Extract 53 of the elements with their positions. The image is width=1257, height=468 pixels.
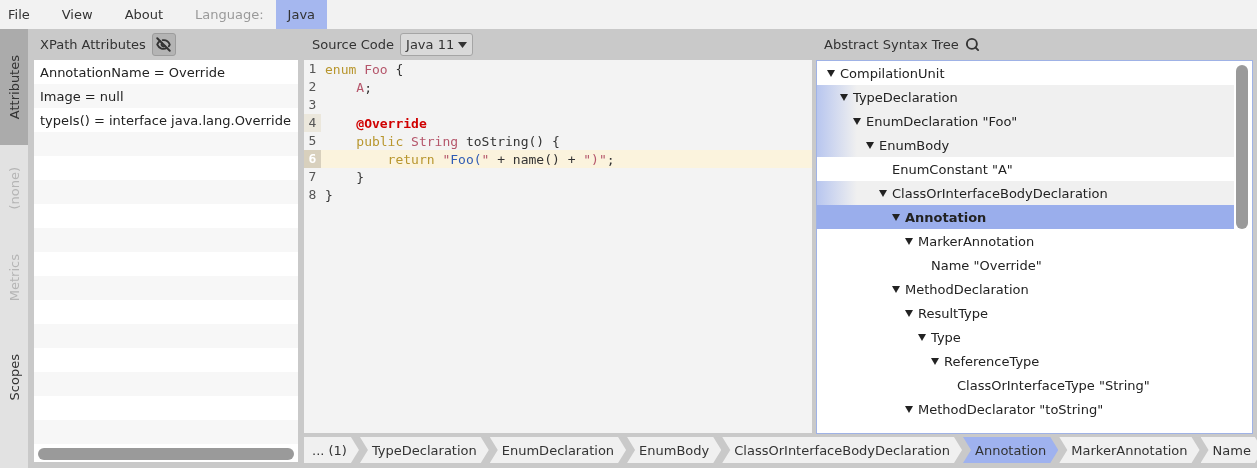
breadcrumb[interactable]: ... (1) [304, 437, 359, 463]
caret-icon [458, 41, 468, 48]
tree-node[interactable]: EnumDeclaration "Foo" [817, 109, 1234, 133]
code-line: @Override [355, 115, 427, 131]
scrollbar[interactable] [1236, 65, 1248, 229]
expand-arrow-icon[interactable] [892, 285, 900, 293]
code-line: enum Foo { [324, 61, 404, 77]
language-version-select[interactable]: Java 11 [400, 33, 474, 56]
side-tab[interactable]: Attributes [0, 29, 28, 146]
breadcrumb[interactable]: ClassOrInterfaceBodyDeclaration [722, 437, 962, 463]
panel-title: Source Code [312, 37, 395, 52]
expand-arrow-icon[interactable] [905, 405, 913, 413]
breadcrumb[interactable]: EnumBody [627, 437, 722, 463]
expand-arrow-icon[interactable] [905, 309, 913, 317]
breadcrumb[interactable]: Annotation [963, 437, 1059, 463]
expand-arrow-icon[interactable] [905, 237, 913, 245]
code-editor[interactable]: 1 enum Foo { 2 A; 3 4 @Override 5 public String toString() { 6 return "Foo(" + name() + ")"; 7 } 8 } [304, 60, 812, 433]
code-line: A; [355, 79, 372, 95]
line-number: 6 [304, 150, 321, 168]
expand-arrow-icon[interactable] [931, 357, 939, 365]
expand-arrow-icon[interactable] [840, 93, 848, 101]
panel-title: Abstract Syntax Tree [824, 37, 959, 52]
menu-item[interactable]: About [116, 0, 174, 29]
tree-node[interactable]: TypeDeclaration [817, 85, 1234, 109]
breadcrumb[interactable]: MarkerAnnotation [1059, 437, 1200, 463]
scrollbar[interactable] [38, 448, 294, 460]
eye-off-button[interactable] [151, 33, 176, 56]
search-icon[interactable] [964, 37, 980, 52]
tree-node[interactable]: Annotation [817, 205, 1234, 229]
menu-item[interactable]: View [53, 0, 103, 29]
breadcrumb[interactable]: TypeDeclaration [359, 437, 489, 463]
code-line: public String toString() { [355, 133, 560, 149]
menu-item[interactable]: Java [275, 0, 328, 29]
panel-title: XPath Attributes [40, 37, 146, 52]
attribute-row[interactable]: typeIs() = interface java.lang.Override [40, 112, 291, 128]
expand-arrow-icon[interactable] [879, 189, 887, 197]
language-label: Language: [194, 6, 265, 24]
side-tab[interactable]: Scopes [0, 331, 28, 422]
expand-arrow-icon[interactable] [892, 213, 900, 221]
expand-arrow-icon[interactable] [866, 141, 874, 149]
expand-arrow-icon[interactable] [853, 117, 861, 125]
menu-item[interactable]: File [0, 0, 40, 29]
expand-arrow-icon[interactable] [827, 69, 835, 77]
tree-node[interactable]: ClassOrInterfaceBodyDeclaration [817, 181, 1234, 205]
tree-node[interactable]: EnumBody [817, 133, 1234, 157]
line-number: 4 [304, 114, 321, 132]
breadcrumb[interactable]: EnumDeclaration [489, 437, 627, 463]
expand-arrow-icon[interactable] [918, 333, 926, 341]
code-line: } [324, 187, 333, 203]
code-line: } [355, 169, 365, 185]
code-line: return "Foo(" + name() + ")"; [386, 151, 615, 167]
breadcrumb[interactable]: Name [1200, 437, 1257, 463]
attribute-row[interactable]: AnnotationName = Override [40, 64, 226, 80]
